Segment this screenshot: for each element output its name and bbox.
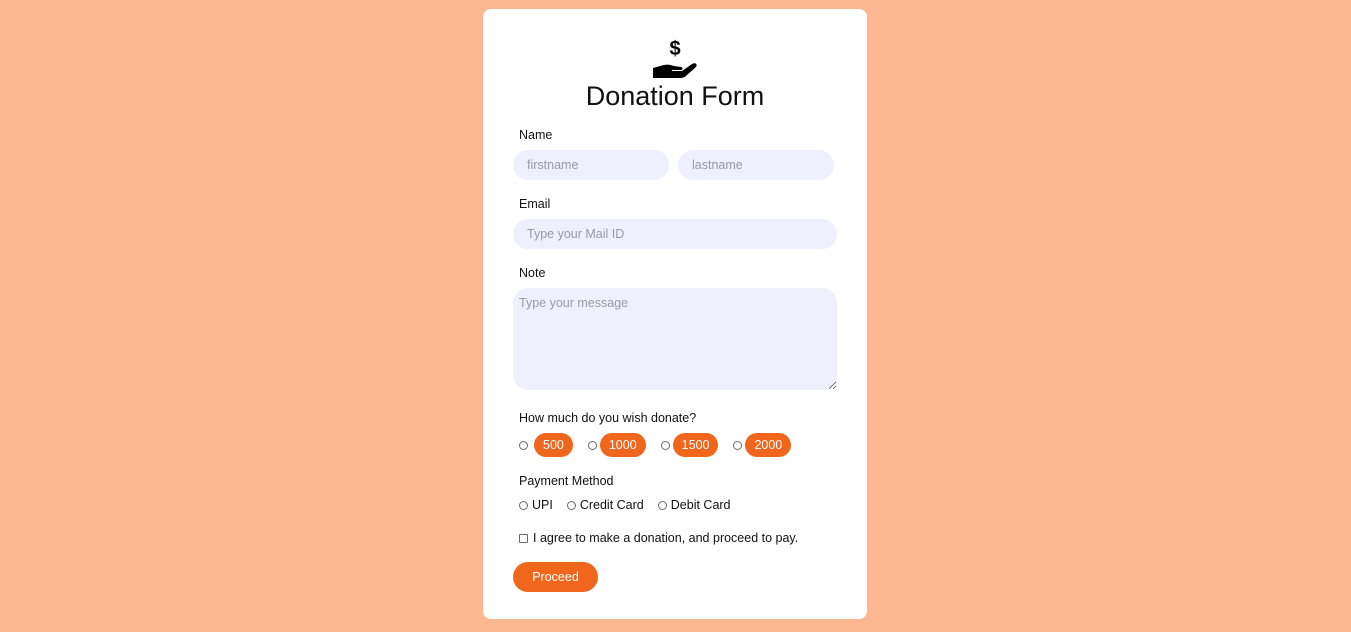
donation-hand-icon: $ — [653, 38, 697, 78]
amount-pill-500[interactable]: 500 — [534, 433, 573, 457]
donation-form-card: $ Donation Form Name Email Note How much… — [483, 9, 867, 619]
agree-checkbox[interactable] — [519, 533, 528, 543]
payment-radio-upi[interactable] — [519, 500, 528, 510]
email-label: Email — [519, 197, 551, 211]
note-textarea[interactable] — [513, 288, 837, 390]
payment-options: UPI Credit Card Debit Card — [519, 498, 731, 512]
agree-text[interactable]: I agree to make a donation, and proceed … — [533, 531, 798, 545]
amount-pill-1500[interactable]: 1500 — [672, 433, 719, 457]
amount-pill-2000[interactable]: 2000 — [745, 433, 792, 457]
agree-row: I agree to make a donation, and proceed … — [519, 531, 798, 545]
amount-pill-1000[interactable]: 1000 — [599, 433, 646, 457]
payment-label-debit-card[interactable]: Debit Card — [671, 498, 731, 512]
amount-radio-500[interactable] — [519, 440, 528, 450]
payment-label-upi[interactable]: UPI — [532, 498, 553, 512]
amount-options: 500 1000 1500 2000 — [519, 433, 792, 457]
proceed-button[interactable]: Proceed — [513, 562, 598, 592]
amount-radio-2000[interactable] — [733, 440, 743, 450]
payment-radio-debit-card[interactable] — [657, 500, 667, 510]
payment-method-label: Payment Method — [519, 474, 614, 488]
name-label: Name — [519, 128, 553, 142]
svg-text:$: $ — [669, 38, 680, 60]
amount-radio-1000[interactable] — [587, 440, 597, 450]
page-title: Donation Form — [585, 81, 765, 111]
email-input[interactable] — [513, 219, 837, 249]
payment-label-credit-card[interactable]: Credit Card — [580, 498, 644, 512]
amount-question: How much do you wish donate? — [519, 411, 697, 425]
amount-radio-1500[interactable] — [660, 440, 670, 450]
payment-radio-credit-card[interactable] — [566, 500, 576, 510]
note-label: Note — [519, 266, 546, 280]
firstname-input[interactable] — [513, 150, 669, 180]
lastname-input[interactable] — [678, 150, 834, 180]
